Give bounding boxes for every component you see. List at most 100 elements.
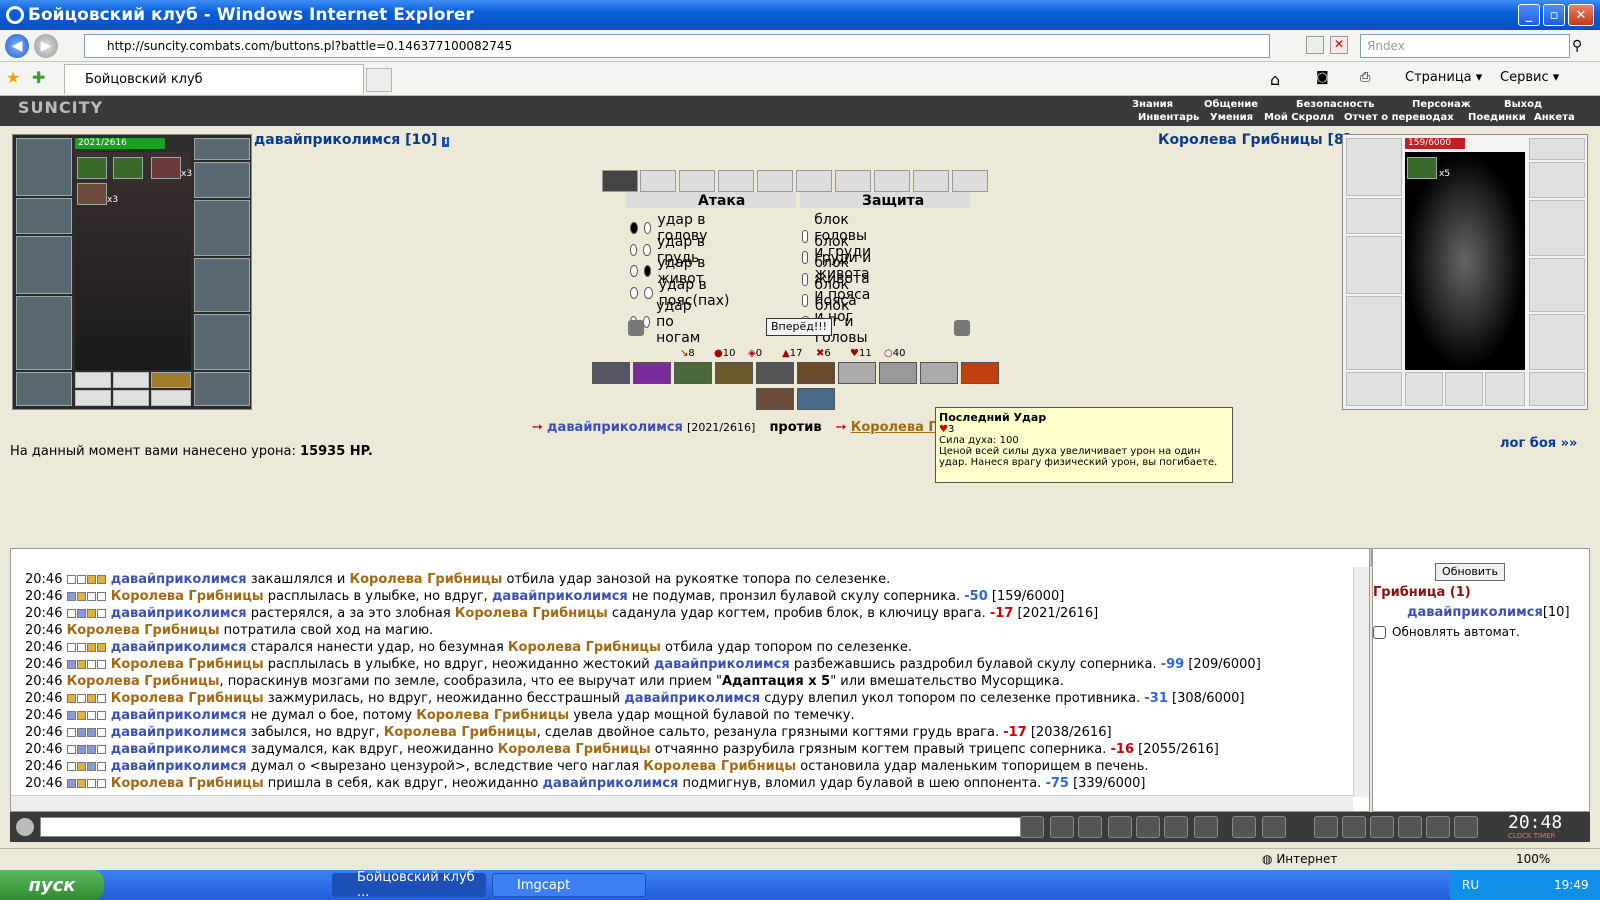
shield-slot[interactable] [194, 258, 250, 312]
earrings-slot[interactable] [194, 138, 250, 160]
skill-icon[interactable] [879, 362, 917, 384]
battle-log-link[interactable]: лог боя »» [1500, 436, 1577, 451]
menu-knowledge[interactable]: Знания [1132, 99, 1173, 110]
address-bar[interactable]: http://suncity.combats.com/buttons.pl?ba… [84, 34, 1270, 58]
versus-left[interactable]: давайприколимся [547, 420, 683, 435]
favorites-star-icon[interactable]: ★ [6, 68, 20, 87]
rings-slot[interactable] [194, 162, 250, 198]
menu-my-scroll[interactable]: Мой Скролл [1264, 112, 1334, 123]
search-icon[interactable]: ⚲ [1572, 38, 1582, 54]
armor-slot[interactable] [1346, 296, 1402, 370]
minimize-button[interactable]: _ [1518, 4, 1540, 26]
skill-icon[interactable] [961, 362, 999, 384]
buff-icon[interactable] [151, 157, 181, 179]
versus-right[interactable]: Королева Г [851, 420, 937, 435]
chat-icon[interactable] [16, 818, 34, 836]
chat-tool-button[interactable] [1314, 816, 1338, 838]
auto-refresh-checkbox[interactable] [1373, 625, 1386, 639]
home-icon[interactable]: ⌂ [1270, 70, 1280, 89]
chat-tool-button[interactable] [1194, 816, 1218, 838]
empty-slot[interactable] [75, 372, 111, 388]
print-icon[interactable]: ⎙ [1360, 70, 1370, 85]
earrings-slot[interactable] [1529, 138, 1585, 160]
lang-indicator[interactable]: RU [1462, 878, 1479, 892]
menu-security[interactable]: Безопасность [1296, 99, 1375, 110]
back-icon[interactable]: ◀ [5, 34, 29, 58]
skill-icon[interactable] [674, 362, 712, 384]
stop-icon[interactable]: ✕ [1330, 36, 1348, 54]
chat-tool-button[interactable] [1398, 816, 1422, 838]
skill-icon[interactable] [592, 362, 630, 384]
buff-icon[interactable] [77, 157, 107, 179]
page-menu[interactable]: Страница ▾ [1405, 70, 1482, 85]
chat-tool-button[interactable] [1164, 816, 1188, 838]
boots-slot[interactable] [194, 372, 250, 406]
bracers-slot[interactable] [1346, 198, 1402, 234]
refresh-icon[interactable] [1306, 36, 1324, 54]
menu-skills[interactable]: Умения [1210, 112, 1253, 123]
skill-icon[interactable] [797, 388, 835, 410]
new-tab-button[interactable] [366, 68, 392, 92]
gloves-slot[interactable] [1529, 200, 1585, 256]
forward-button[interactable]: Вперёд!!! [766, 318, 832, 336]
add-favorites-icon[interactable]: ✚ [32, 68, 45, 87]
leggings-slot[interactable] [1529, 314, 1585, 370]
empty-slot[interactable] [151, 390, 191, 406]
chat-tool-button[interactable] [1342, 816, 1366, 838]
menu-exit[interactable]: Выход [1504, 99, 1542, 110]
menu-character[interactable]: Персонаж [1412, 99, 1471, 110]
chat-tool-button[interactable] [1262, 816, 1286, 838]
skill-icon[interactable] [756, 388, 794, 410]
chat-tool-button[interactable] [1050, 816, 1074, 838]
maximize-button[interactable]: ▫ [1543, 4, 1565, 26]
shield-slot[interactable] [1529, 258, 1585, 312]
menu-inventory[interactable]: Инвентарь [1138, 112, 1199, 123]
weapon-slot[interactable] [16, 236, 72, 294]
service-menu[interactable]: Сервис ▾ [1500, 70, 1559, 85]
menu-profile[interactable]: Анкета [1534, 112, 1575, 123]
leggings-slot[interactable] [194, 314, 250, 370]
buff-icon[interactable] [1407, 157, 1437, 179]
log-hscrollbar[interactable] [11, 795, 1353, 811]
empty-slot[interactable] [1485, 372, 1525, 406]
empty-slot[interactable] [113, 390, 149, 406]
belt-slot[interactable] [1346, 372, 1402, 406]
auto-refresh[interactable]: Обновлять автомат. [1373, 625, 1520, 639]
feeds-icon[interactable]: ◙ [1316, 70, 1329, 85]
gloves-slot[interactable] [194, 200, 250, 256]
taskbar-item-imgcapt[interactable]: Imgcapt [492, 873, 646, 897]
chat-tool-button[interactable] [1136, 816, 1160, 838]
taskbar-item-ie[interactable]: Бойцовский клуб ... [332, 870, 486, 900]
helmet-slot[interactable] [16, 138, 72, 196]
rings-slot[interactable] [1529, 162, 1585, 198]
boots-slot[interactable] [1529, 372, 1585, 406]
chat-tool-button[interactable] [1232, 816, 1256, 838]
helmet-slot[interactable] [1346, 138, 1402, 196]
player-name[interactable]: давайприколимся [10] i [254, 132, 450, 148]
chat-tool-button[interactable] [1020, 816, 1044, 838]
log-scrollbar[interactable] [1353, 567, 1369, 797]
zoom-control[interactable]: 100% [1516, 852, 1550, 866]
chat-tool-button[interactable] [1454, 816, 1478, 838]
group-member[interactable]: давайприколимся[10] [1407, 605, 1570, 620]
info-icon[interactable]: i [442, 137, 450, 147]
chat-input[interactable] [40, 817, 1040, 837]
chat-tool-button[interactable] [1426, 816, 1450, 838]
enemy-name[interactable]: Королева Грибницы [8] i [1158, 132, 1363, 148]
buff-icon[interactable] [113, 157, 143, 179]
menu-battles[interactable]: Поединки [1468, 112, 1526, 123]
skill-icon[interactable] [633, 362, 671, 384]
refresh-button[interactable]: Обновить [1435, 563, 1505, 581]
skill-icon[interactable] [756, 362, 794, 384]
close-button[interactable]: ✕ [1568, 4, 1594, 26]
chat-tool-button[interactable] [1108, 816, 1132, 838]
skill-icon[interactable] [920, 362, 958, 384]
empty-slot[interactable] [75, 390, 111, 406]
menu-communication[interactable]: Общение [1204, 99, 1258, 110]
chat-tool-button[interactable] [1078, 816, 1102, 838]
empty-slot[interactable] [1445, 372, 1483, 406]
skill-icon[interactable] [715, 362, 753, 384]
bracers-slot[interactable] [16, 198, 72, 234]
empty-slot[interactable] [1405, 372, 1443, 406]
buff-icon[interactable] [77, 183, 107, 205]
